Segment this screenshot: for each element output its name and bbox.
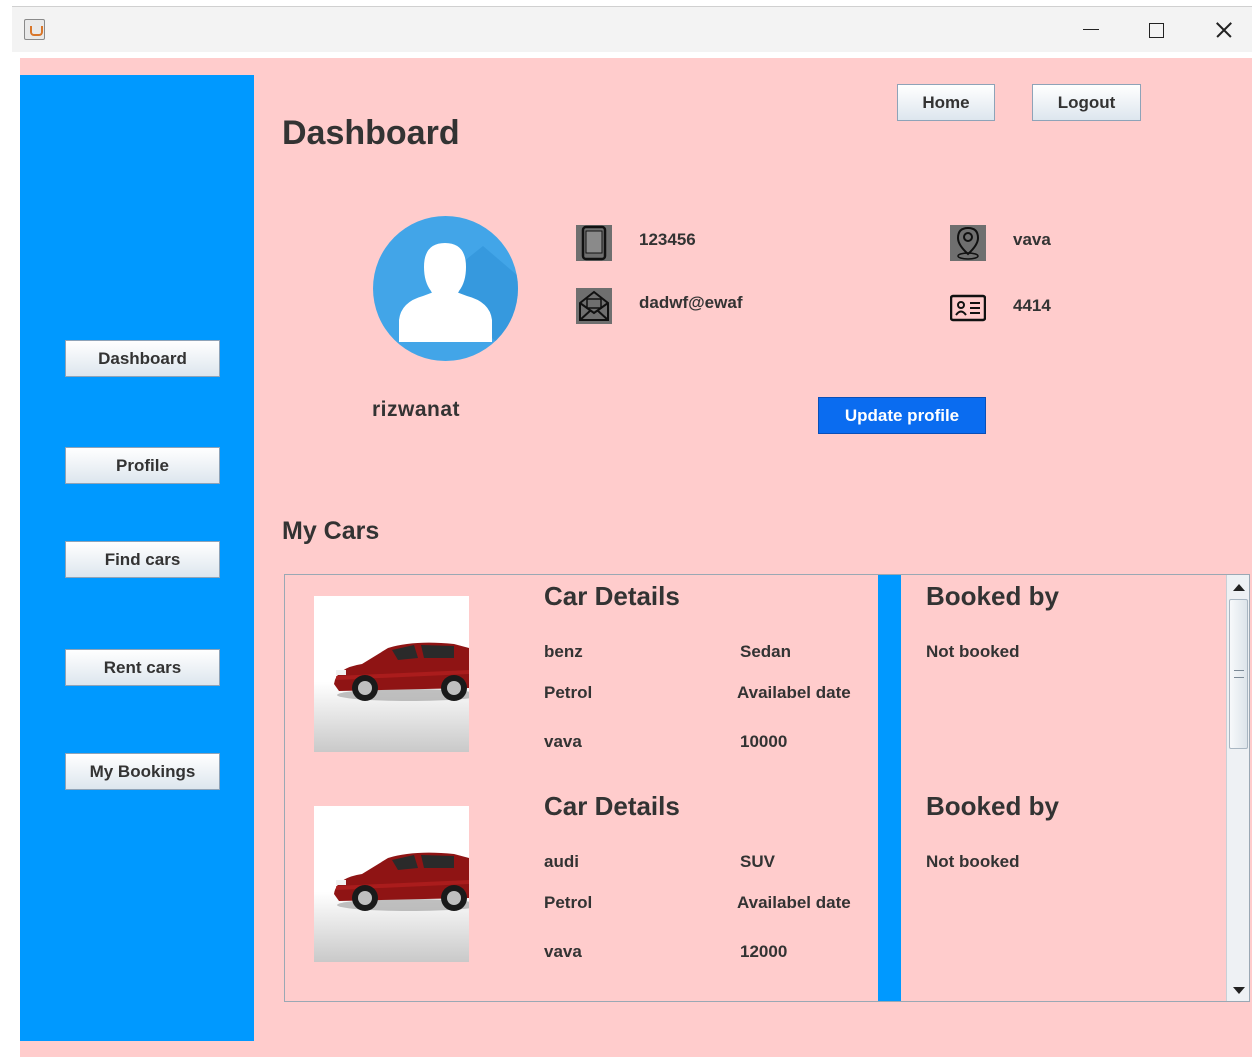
booking-divider [878, 575, 901, 1001]
logout-button[interactable]: Logout [1032, 84, 1141, 121]
minimize-icon[interactable] [1074, 17, 1110, 43]
car-icon [334, 852, 469, 911]
car-image [314, 806, 469, 962]
car-fuel: Petrol [544, 893, 593, 912]
car-details-heading: Car Details [544, 791, 680, 821]
envelope-icon [576, 288, 612, 324]
page-title: Dashboard [282, 114, 460, 152]
car-name: audi [544, 852, 579, 871]
sidebar-item-dashboard[interactable]: Dashboard [65, 340, 220, 377]
car-fuel: Petrol [544, 683, 593, 702]
car-available-date: Availabel date [737, 893, 851, 912]
booked-status: Not booked [926, 642, 1020, 661]
scroll-up-icon[interactable] [1228, 576, 1249, 598]
car-location: vava [544, 942, 582, 961]
phone-icon [576, 225, 612, 261]
car-type: SUV [740, 852, 775, 871]
main-frame: Dashboard Profile Find cars Rent cars My… [20, 58, 1252, 1057]
booked-by-heading: Booked by [926, 791, 1059, 821]
car-location: vava [544, 732, 582, 751]
email-value: dadwf@ewaf [639, 293, 743, 312]
close-icon[interactable] [1206, 17, 1242, 43]
maximize-icon[interactable] [1139, 17, 1175, 43]
id-card-icon [949, 290, 987, 326]
sidebar-item-profile[interactable]: Profile [65, 447, 220, 484]
car-type: Sedan [740, 642, 792, 661]
sidebar-item-rent-cars[interactable]: Rent cars [65, 649, 220, 686]
cars-scrollbar[interactable] [1226, 575, 1249, 1001]
avatar [373, 216, 518, 361]
my-cars-title: My Cars [282, 517, 380, 545]
id-number-value: 4414 [1013, 296, 1051, 315]
username-label: rizwanat [372, 398, 461, 421]
cars-list[interactable]: Car Details benz Sedan Petrol Availabel … [284, 574, 1250, 1002]
sidebar-item-find-cars[interactable]: Find cars [65, 541, 220, 578]
java-coffee-icon [24, 19, 45, 40]
phone-value: 123456 [639, 230, 696, 249]
sidebar-item-my-bookings[interactable]: My Bookings [65, 753, 220, 790]
car-image [314, 596, 469, 752]
booked-by-heading: Booked by [926, 581, 1059, 611]
car-details-heading: Car Details [544, 581, 680, 611]
sidebar: Dashboard Profile Find cars Rent cars My… [20, 75, 254, 1041]
car-available-date: Availabel date [737, 683, 851, 702]
car-price: 12000 [740, 942, 788, 961]
scroll-thumb[interactable] [1229, 599, 1248, 749]
booked-status: Not booked [926, 852, 1020, 871]
location-value: vava [1013, 230, 1051, 249]
location-pin-icon [950, 225, 986, 261]
update-profile-button[interactable]: Update profile [818, 397, 986, 434]
user-silhouette-icon [399, 243, 518, 361]
home-button[interactable]: Home [897, 84, 995, 121]
window-titlebar [12, 6, 1252, 52]
car-price: 10000 [740, 732, 788, 751]
car-icon [334, 642, 469, 701]
car-name: benz [544, 642, 583, 661]
scroll-down-icon[interactable] [1228, 979, 1249, 1001]
